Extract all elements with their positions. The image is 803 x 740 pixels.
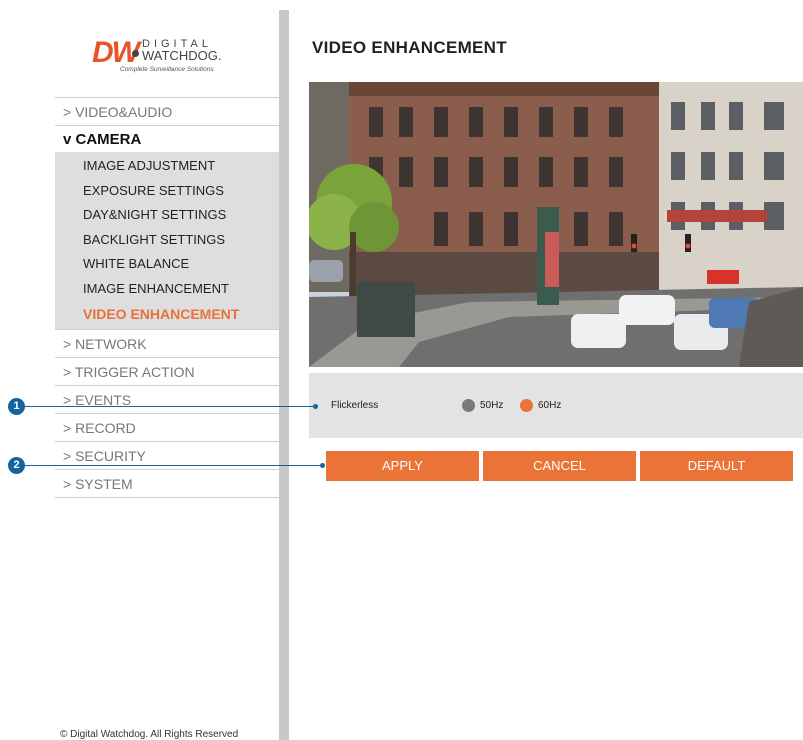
- camera-preview-image: [309, 82, 803, 367]
- flickerless-settings-panel: Flickerless 50Hz 60Hz: [309, 373, 803, 438]
- nav-item-record[interactable]: > RECORD: [55, 413, 279, 441]
- camera-submenu: IMAGE ADJUSTMENT EXPOSURE SETTINGS DAY&N…: [55, 152, 279, 330]
- side-nav: > VIDEO&AUDIO v CAMERA IMAGE ADJUSTMENT …: [55, 97, 279, 499]
- cancel-button[interactable]: CANCEL: [483, 451, 636, 481]
- nav-item-trigger-action[interactable]: > TRIGGER ACTION: [55, 357, 279, 385]
- apply-button[interactable]: APPLY: [326, 451, 479, 481]
- sub-item-day-night-settings[interactable]: DAY&NIGHT SETTINGS: [55, 203, 279, 228]
- nav-item-camera[interactable]: v CAMERA: [55, 125, 279, 152]
- camera-preview: [309, 82, 803, 367]
- callout-2-badge: 2: [8, 457, 25, 474]
- radio-50hz-label: 50Hz: [480, 400, 504, 411]
- logo-dot-icon: [132, 50, 139, 57]
- callout-1-line: [25, 406, 315, 407]
- callout-1-badge: 1: [8, 398, 25, 415]
- radio-60hz-selected-icon[interactable]: [520, 399, 533, 412]
- sub-item-image-enhancement[interactable]: IMAGE ENHANCEMENT: [55, 277, 279, 302]
- sub-item-exposure-settings[interactable]: EXPOSURE SETTINGS: [55, 179, 279, 204]
- callout-1-end-dot: [313, 404, 318, 409]
- radio-60hz-label: 60Hz: [538, 400, 562, 411]
- logo-tagline: Complete Surveillance Solutions: [120, 66, 214, 73]
- radio-50hz-unselected-icon[interactable]: [462, 399, 475, 412]
- nav-item-system[interactable]: > SYSTEM: [55, 469, 279, 497]
- flickerless-label: Flickerless: [331, 400, 379, 411]
- logo-line2: WATCHDOG.: [142, 48, 222, 63]
- nav-item-events[interactable]: > EVENTS: [55, 385, 279, 413]
- sidebar-splitter: [279, 10, 289, 740]
- callout-2-line: [25, 465, 322, 466]
- sub-item-white-balance[interactable]: WHITE BALANCE: [55, 252, 279, 277]
- callout-2-end-dot: [320, 463, 325, 468]
- nav-item-video-audio[interactable]: > VIDEO&AUDIO: [55, 97, 279, 125]
- sub-item-image-adjustment[interactable]: IMAGE ADJUSTMENT: [55, 154, 279, 179]
- digital-watchdog-logo: DW DIGITAL WATCHDOG. Complete Surveillan…: [92, 38, 232, 80]
- sub-item-video-enhancement[interactable]: VIDEO ENHANCEMENT: [55, 302, 279, 327]
- sub-item-backlight-settings[interactable]: BACKLIGHT SETTINGS: [55, 228, 279, 253]
- sidebar: DW DIGITAL WATCHDOG. Complete Surveillan…: [0, 0, 279, 740]
- default-button[interactable]: DEFAULT: [640, 451, 793, 481]
- copyright-text: © Digital Watchdog. All Rights Reserved: [60, 729, 239, 740]
- page-title: VIDEO ENHANCEMENT: [312, 38, 507, 57]
- nav-item-network[interactable]: > NETWORK: [55, 329, 279, 357]
